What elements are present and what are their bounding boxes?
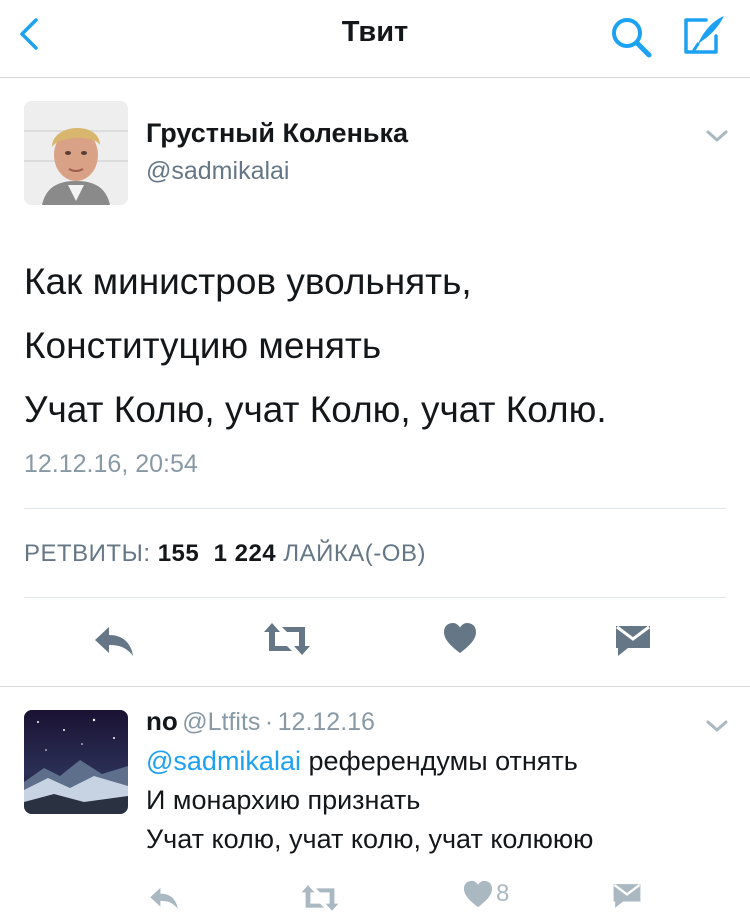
reply-author-name[interactable]: no	[146, 706, 178, 736]
reply-header: no @Ltfits · 12.12.16	[146, 706, 375, 737]
chevron-down-icon[interactable]	[704, 126, 730, 146]
reply-date: 12.12.16	[277, 708, 375, 736]
reply-text-line: И монархию признать	[146, 785, 421, 815]
tweet-detail-screen: Твит Грустный Коленька @sadmikalai Как м…	[0, 0, 750, 918]
author-handle[interactable]: @sadmikalai	[146, 157, 289, 186]
retweets-count[interactable]: 155	[158, 540, 200, 567]
divider	[0, 686, 750, 687]
search-icon[interactable]	[608, 14, 654, 60]
tweet-stats: РЕТВИТЫ: 155 1 224 ЛАЙКА(-ОВ)	[24, 540, 426, 568]
reply-likes-count: 8	[496, 880, 510, 907]
retweet-icon[interactable]	[300, 883, 340, 913]
reply-text: @sadmikalai референдумы отнять И монархи…	[146, 742, 736, 859]
tweet-text-line: Конституцию менять	[24, 325, 382, 366]
reply-icon[interactable]	[148, 885, 180, 911]
divider	[24, 597, 726, 598]
tweet-text-line: Учат Колю, учат Колю, учат Колю.	[24, 389, 607, 430]
tweet-text: Как министров увольнять, Конституцию мен…	[24, 250, 734, 442]
avatar[interactable]	[24, 101, 128, 205]
navigation-bar: Твит	[0, 0, 750, 78]
reply-text-line: @sadmikalai референдумы отнять	[146, 742, 736, 781]
avatar[interactable]	[24, 710, 128, 814]
likes-count[interactable]: 1 224	[214, 540, 277, 567]
reply-icon[interactable]	[93, 623, 135, 659]
envelope-icon[interactable]	[612, 882, 642, 910]
reply-author-handle[interactable]: @Ltfits	[182, 708, 260, 736]
retweets-label: РЕТВИТЫ:	[24, 540, 151, 567]
chevron-down-icon[interactable]	[704, 716, 730, 736]
tweet-timestamp: 12.12.16, 20:54	[24, 450, 198, 478]
likes-label[interactable]: ЛАЙКА(-ОВ)	[283, 540, 426, 567]
heart-icon[interactable]	[463, 880, 493, 910]
reply-text-line: Учат колю, учат колю, учат колююю	[146, 824, 594, 854]
author-name[interactable]: Грустный Коленька	[146, 118, 408, 149]
compose-tweet-icon[interactable]	[680, 12, 728, 58]
envelope-icon[interactable]	[614, 624, 652, 658]
reply-text-fragment: референдумы отнять	[300, 746, 578, 776]
heart-icon[interactable]	[443, 622, 477, 654]
separator-dot: ·	[264, 708, 274, 736]
divider	[24, 508, 726, 509]
retweet-icon[interactable]	[262, 621, 312, 657]
tweet-text-line: Как министров увольнять,	[24, 261, 472, 302]
mention-link[interactable]: @sadmikalai	[146, 746, 301, 776]
